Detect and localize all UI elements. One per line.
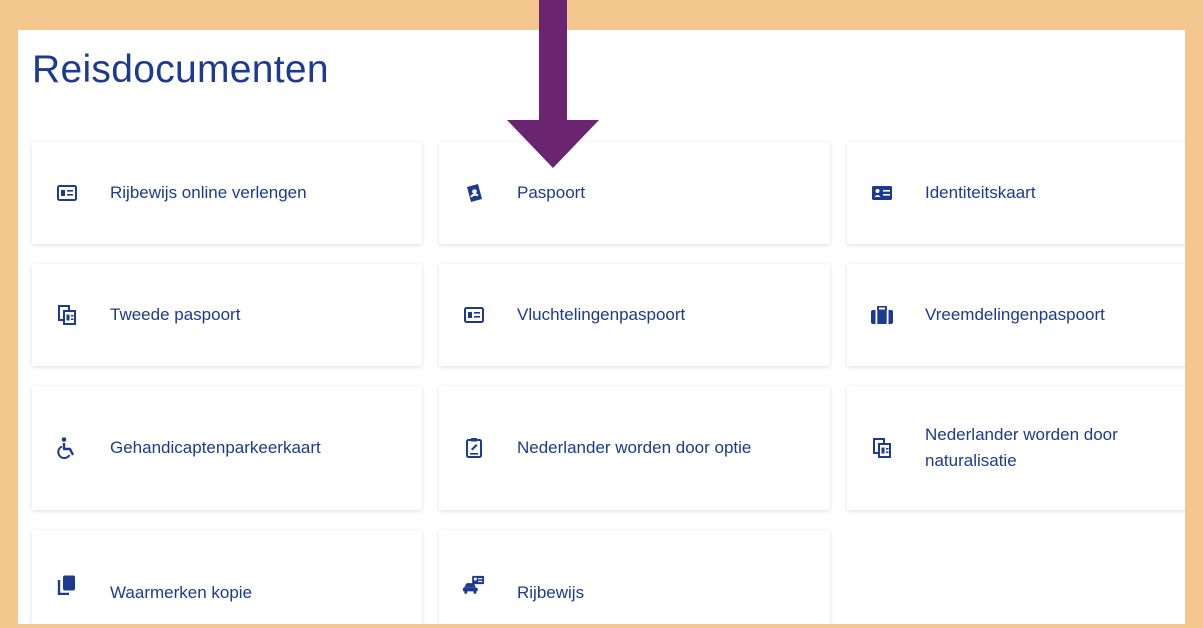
- tile-label: Identiteitskaart: [925, 183, 1036, 202]
- content-panel: Reisdocumenten Rijbewijs online verlenge…: [18, 30, 1185, 624]
- documents-stack-icon: [56, 304, 78, 326]
- pointer-arrow-icon: [507, 0, 599, 168]
- passport-icon: [463, 182, 485, 204]
- tile-label: Paspoort: [517, 183, 586, 202]
- tile-paspoort[interactable]: Paspoort: [439, 142, 830, 244]
- tile-vreemdelingenpaspoort[interactable]: Vreemdelingenpaspoort: [847, 264, 1185, 366]
- id-card-outline-icon: [56, 182, 78, 204]
- tile-label: Vluchtelingenpaspoort: [517, 305, 686, 324]
- tile-rijbewijs[interactable]: Rijbewijs: [439, 530, 830, 624]
- page-title: Reisdocumenten: [32, 48, 329, 91]
- tile-label: Nederlander worden door naturalisatie: [925, 425, 1118, 470]
- suitcase-icon: [871, 304, 893, 326]
- id-card-outline-icon: [463, 304, 485, 326]
- tile-label: Nederlander worden door optie: [517, 438, 752, 457]
- tile-nederlander-worden-door-naturalisatie[interactable]: Nederlander worden door naturalisatie: [847, 386, 1185, 510]
- tile-gehandicaptenparkeerkaart[interactable]: Gehandicaptenparkeerkaart: [32, 386, 422, 510]
- id-card-icon: [871, 182, 893, 204]
- tile-label: Tweede paspoort: [110, 305, 241, 324]
- tile-vluchtelingenpaspoort[interactable]: Vluchtelingenpaspoort: [439, 264, 830, 366]
- tile-rijbewijs-online-verlengen[interactable]: Rijbewijs online verlengen: [32, 142, 422, 244]
- tile-label: Gehandicaptenparkeerkaart: [110, 438, 321, 457]
- clipboard-document-icon: [463, 437, 485, 459]
- driver-license-icon: [463, 574, 485, 596]
- tile-waarmerken-kopie[interactable]: Waarmerken kopie: [32, 530, 422, 624]
- tile-label: Vreemdelingenpaspoort: [925, 305, 1105, 324]
- copy-icon: [56, 574, 78, 596]
- tile-identiteitskaart[interactable]: Identiteitskaart: [847, 142, 1185, 244]
- tile-label: Rijbewijs online verlengen: [110, 183, 307, 202]
- documents-stack-icon: [871, 437, 893, 459]
- tile-label: Waarmerken kopie: [110, 583, 253, 602]
- wheelchair-icon: [56, 437, 78, 459]
- tile-nederlander-worden-door-optie[interactable]: Nederlander worden door optie: [439, 386, 830, 510]
- tile-tweede-paspoort[interactable]: Tweede paspoort: [32, 264, 422, 366]
- tile-label: Rijbewijs: [517, 583, 585, 602]
